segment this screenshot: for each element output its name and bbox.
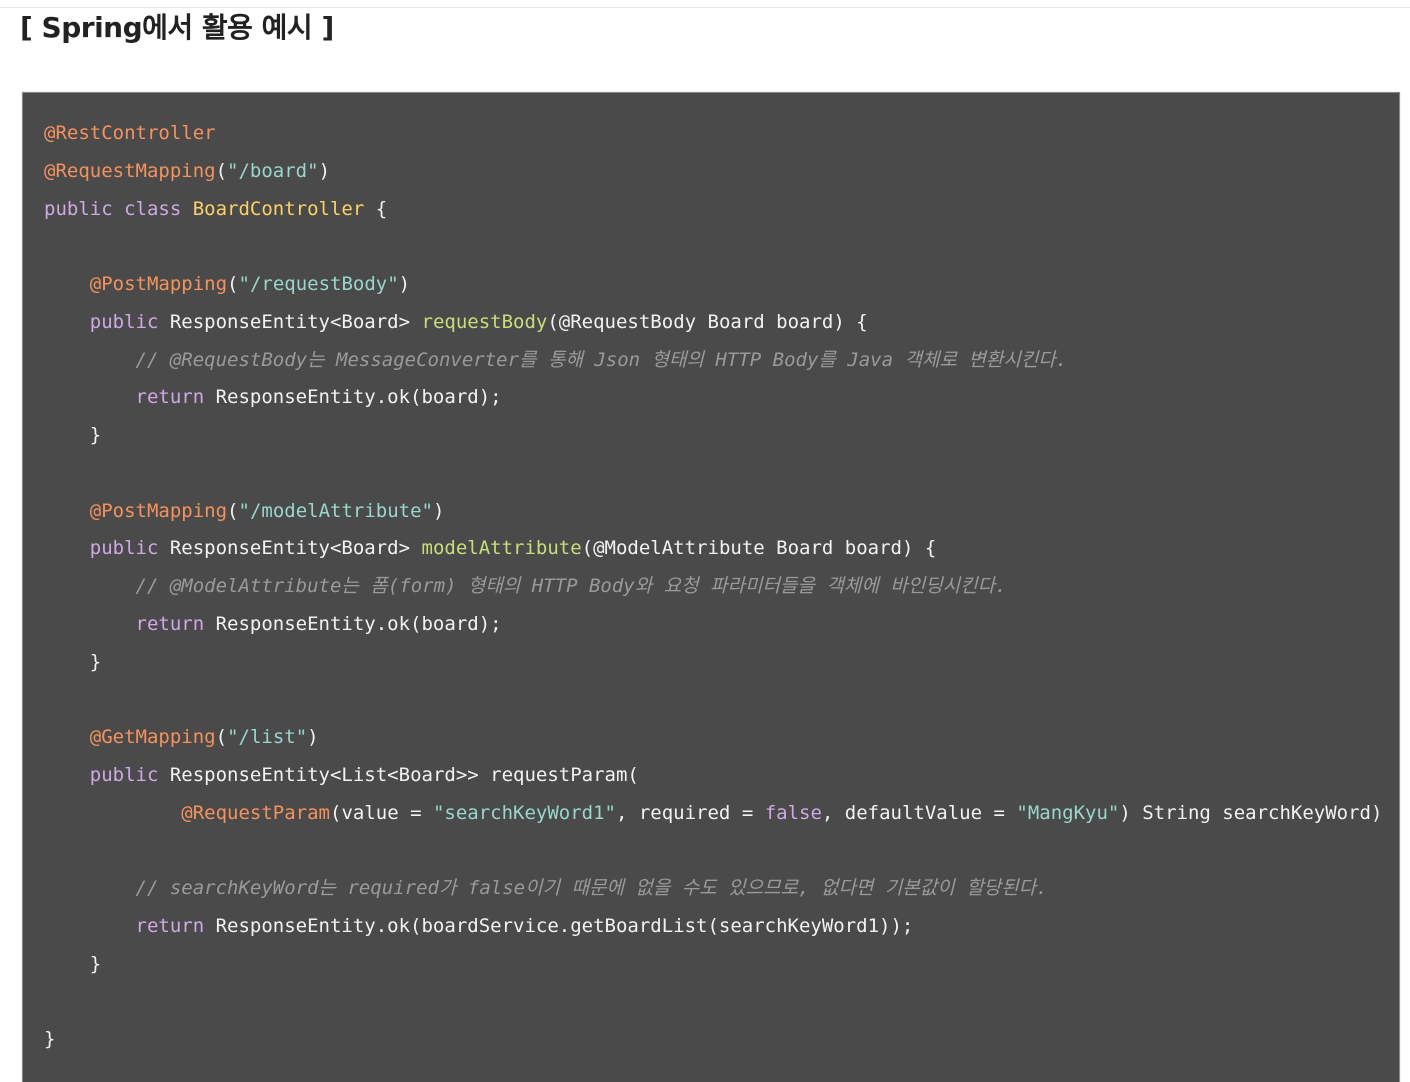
code-token: ( [227, 273, 239, 295]
keyword-token: return [135, 386, 205, 409]
code-token: (@ModelAttribute Board board) { [581, 537, 937, 560]
keyword-token: public [89, 537, 159, 560]
code-token: ) [432, 499, 445, 522]
code-line: @RequestMapping("/board") [44, 153, 1382, 191]
code-token: , required = [615, 801, 765, 824]
code-token: ResponseEntity.ok(boardService.getBoardL… [204, 914, 914, 937]
code-line: public class BoardController { [44, 191, 1382, 229]
code-token: ) String searchKeyWord) [1119, 801, 1383, 824]
code-token: , defaultValue = [821, 801, 1017, 824]
code-line: // @ModelAttribute는 폼(form) 형태의 HTTP Bod… [44, 568, 1382, 606]
keyword-token: public class [44, 197, 193, 220]
annotation-token: @RequestParam [181, 801, 330, 824]
string-token: "MangKyu" [1016, 801, 1120, 824]
code-token: ) [307, 726, 319, 748]
code-token: ResponseEntity.ok(board); [204, 386, 502, 409]
code-line: return ResponseEntity.ok(boardService.ge… [44, 908, 1382, 946]
code-token: ( [227, 499, 239, 522]
code-lines: @RestController @RequestMapping("/board")… [44, 115, 1382, 1059]
code-token: ( [215, 726, 228, 748]
code-line: @PostMapping("/modelAttribute") [44, 493, 1382, 531]
keyword-token: return [135, 612, 205, 635]
code-line: } [44, 1021, 1382, 1059]
annotation-token: @GetMapping [89, 726, 216, 748]
code-line: @RequestParam(value = "searchKeyWord1", … [44, 795, 1382, 833]
code-token: ( [215, 159, 228, 182]
comment-token: // @RequestBody는 MessageConverter를 통해 Js… [135, 348, 1068, 371]
method-name-token: requestBody [421, 310, 548, 333]
section-heading: [ Spring에서 활용 예시 ] [20, 11, 334, 44]
string-token: "searchKeyWord1" [432, 801, 616, 824]
code-token: ) [318, 159, 331, 182]
code-line: // @RequestBody는 MessageConverter를 통해 Js… [44, 342, 1382, 380]
string-token: "/modelAttribute" [238, 499, 433, 522]
annotation-token: @RestController [44, 122, 216, 144]
code-line: @PostMapping("/requestBody") [44, 266, 1382, 304]
string-token: "/list" [227, 726, 308, 748]
code-line: // searchKeyWord는 required가 false이기 때문에 … [44, 870, 1382, 908]
keyword-token: public [89, 310, 159, 333]
comment-token: // searchKeyWord는 required가 false이기 때문에 … [135, 877, 1048, 899]
code-token: { [364, 197, 388, 220]
annotation-token: @PostMapping [89, 273, 228, 295]
string-token: "/board" [227, 159, 319, 182]
string-token: "/requestBody" [238, 273, 399, 295]
code-token: ) [398, 273, 411, 295]
code-line: public ResponseEntity<Board> modelAttrib… [44, 530, 1382, 568]
code-token: (@RequestBody Board board) { [547, 310, 868, 333]
code-token: ResponseEntity<List<Board>> requestParam… [158, 763, 639, 786]
keyword-token: return [135, 914, 205, 937]
code-block[interactable]: @RestController @RequestMapping("/board")… [22, 92, 1400, 1082]
code-token: } [44, 1028, 56, 1050]
code-line: @GetMapping("/list") [44, 719, 1382, 757]
code-token: } [44, 424, 102, 446]
code-line: @RestController [44, 115, 1382, 153]
code-line: public ResponseEntity<Board> requestBody… [44, 304, 1382, 342]
code-line: public ResponseEntity<List<Board>> reque… [44, 757, 1382, 795]
annotation-token: @PostMapping [89, 499, 228, 522]
code-token: } [44, 650, 102, 673]
keyword-token: false [764, 801, 822, 824]
code-token: } [44, 952, 102, 975]
class-name-token: BoardController [192, 197, 365, 220]
code-token: (value = [330, 801, 433, 824]
keyword-token: public [89, 763, 159, 786]
code-token: ResponseEntity<Board> [158, 310, 422, 333]
code-line: return ResponseEntity.ok(board); [44, 606, 1382, 644]
code-token: ResponseEntity.ok(board); [204, 612, 502, 635]
method-name-token: modelAttribute [421, 537, 582, 560]
code-line: } [44, 946, 1382, 984]
code-token: ResponseEntity<Board> [158, 537, 422, 560]
annotation-token: @RequestMapping [44, 159, 216, 182]
code-line: return ResponseEntity.ok(board); [44, 379, 1382, 417]
code-line: } [44, 644, 1382, 682]
code-line: } [44, 417, 1382, 455]
comment-token: // @ModelAttribute는 폼(form) 형태의 HTTP Bod… [135, 575, 1007, 597]
